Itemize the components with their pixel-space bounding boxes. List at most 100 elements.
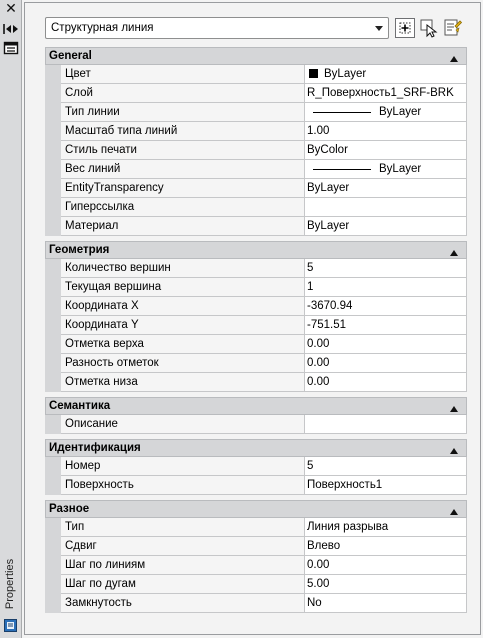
palette-icon[interactable] [4,619,17,632]
property-row[interactable]: Шаг по дугам 5.00 [45,575,467,594]
close-icon[interactable]: ✕ [3,2,19,16]
collapse-section-icon[interactable] [450,53,458,62]
collapse-section-icon[interactable] [450,506,458,515]
property-value: 0.00 [307,357,330,369]
collapse-section-icon[interactable] [450,445,458,454]
property-value-cell[interactable]: 5 [305,259,467,278]
property-value-cell[interactable]: ByLayer [305,160,467,179]
property-name: Координата Y [61,316,305,335]
property-value-cell[interactable]: Влево [305,537,467,556]
property-value: 5 [307,460,314,472]
property-row[interactable]: Стиль печати ByColor [45,141,467,160]
section-header[interactable]: Геометрия [45,241,467,259]
row-gutter [45,84,61,103]
row-gutter [45,179,61,198]
property-value-cell[interactable]: -3670.94 [305,297,467,316]
row-gutter [45,103,61,122]
property-value: 0.00 [307,338,330,350]
property-row[interactable]: Шаг по линиям 0.00 [45,556,467,575]
property-row[interactable]: Гиперссылка [45,198,467,217]
row-gutter [45,373,61,392]
row-gutter [45,160,61,179]
property-name: Шаг по дугам [61,575,305,594]
property-grid: General Цвет ByLayer Слой R_Поверхность1_SRF… [45,47,467,618]
property-value: 1.00 [307,125,330,137]
property-value-cell[interactable]: Линия разрыва [305,518,467,537]
property-value-cell[interactable]: 0.00 [305,354,467,373]
property-row[interactable]: Замкнутость No [45,594,467,613]
property-row[interactable]: EntityTransparency ByLayer [45,179,467,198]
property-value-cell[interactable]: R_Поверхность1_SRF-BRK [305,84,467,103]
section-header[interactable]: Идентификация [45,439,467,457]
property-value-cell[interactable] [305,415,467,434]
section-1: Геометрия Количество вершин 5 Текущая верши… [45,241,467,392]
row-gutter [45,518,61,537]
collapse-section-icon[interactable] [450,247,458,256]
property-value-cell[interactable]: Поверхность1 [305,476,467,495]
property-name: Цвет [61,65,305,84]
property-value: Линия разрыва [307,521,389,533]
section-header[interactable]: Разное [45,500,467,518]
properties-panel: Структурная линия General Цвет ByLayer С… [24,2,481,635]
property-value: -3670.94 [307,300,353,312]
chevron-down-icon[interactable] [373,21,385,35]
property-row[interactable]: Разность отметок 0.00 [45,354,467,373]
color-swatch [309,69,318,78]
property-value-cell[interactable]: ByLayer [305,217,467,236]
property-row[interactable]: Координата X -3670.94 [45,297,467,316]
row-gutter [45,354,61,373]
pickadd-toggle-icon[interactable] [395,18,415,38]
auto-hide-icon[interactable] [3,22,19,36]
property-row[interactable]: Номер 5 [45,457,467,476]
property-row[interactable]: Цвет ByLayer [45,65,467,84]
property-row[interactable]: Материал ByLayer [45,217,467,236]
property-value-cell[interactable]: 0.00 [305,556,467,575]
object-type-value: Структурная линия [51,22,154,34]
section-header[interactable]: Семантика [45,397,467,415]
select-objects-icon[interactable] [419,18,439,38]
property-row[interactable]: Описание [45,415,467,434]
collapse-section-icon[interactable] [450,403,458,412]
row-gutter [45,415,61,434]
property-row[interactable]: Отметка низа 0.00 [45,373,467,392]
section-header[interactable]: General [45,47,467,65]
object-type-dropdown[interactable]: Структурная линия [45,17,389,39]
property-row[interactable]: Отметка верха 0.00 [45,335,467,354]
property-value-cell[interactable]: ByLayer [305,65,467,84]
property-name: Шаг по линиям [61,556,305,575]
row-gutter [45,316,61,335]
property-value: ByLayer [324,68,367,80]
selection-toolbar: Структурная линия [45,17,467,41]
property-row[interactable]: Тип линии ByLayer [45,103,467,122]
property-row[interactable]: Текущая вершина 1 [45,278,467,297]
property-value-cell[interactable]: No [305,594,467,613]
property-row[interactable]: Координата Y -751.51 [45,316,467,335]
property-row[interactable]: Масштаб типа линий 1.00 [45,122,467,141]
properties-menu-icon[interactable] [3,41,19,55]
section-0: General Цвет ByLayer Слой R_Поверхность1_SRF… [45,47,467,236]
property-name: Описание [61,415,305,434]
property-value-cell[interactable]: 0.00 [305,335,467,354]
property-value-cell[interactable]: ByLayer [305,103,467,122]
row-gutter [45,335,61,354]
property-row[interactable]: Сдвиг Влево [45,537,467,556]
property-value-cell[interactable]: 0.00 [305,373,467,392]
property-value-cell[interactable]: -751.51 [305,316,467,335]
property-value-cell[interactable]: 1.00 [305,122,467,141]
property-value-cell[interactable]: 5 [305,457,467,476]
property-row[interactable]: Поверхность Поверхность1 [45,476,467,495]
property-value-cell[interactable]: 1 [305,278,467,297]
property-name: Поверхность [61,476,305,495]
property-value-cell[interactable] [305,198,467,217]
property-row[interactable]: Вес линий ByLayer [45,160,467,179]
property-row[interactable]: Количество вершин 5 [45,259,467,278]
property-value-cell[interactable]: ByColor [305,141,467,160]
property-value-cell[interactable]: ByLayer [305,179,467,198]
quick-select-icon[interactable] [443,18,463,38]
property-row[interactable]: Слой R_Поверхность1_SRF-BRK [45,84,467,103]
property-name: Отметка верха [61,335,305,354]
property-row[interactable]: Тип Линия разрыва [45,518,467,537]
property-value: ByLayer [307,182,350,194]
property-value-cell[interactable]: 5.00 [305,575,467,594]
row-gutter [45,259,61,278]
